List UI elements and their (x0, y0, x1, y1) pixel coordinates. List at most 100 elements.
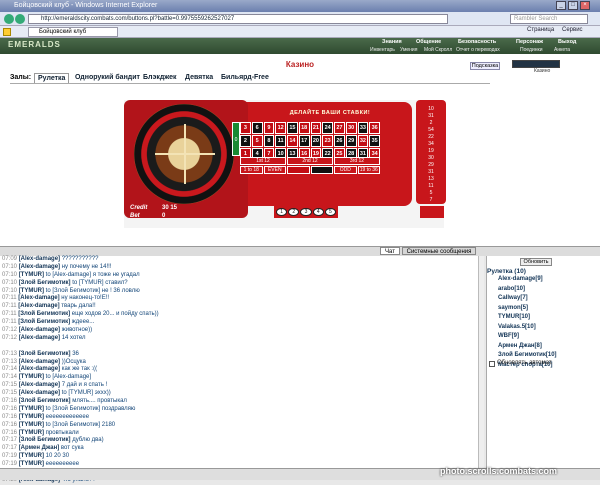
chat-author[interactable]: [Alex-damage] (19, 359, 60, 365)
number-cell[interactable]: 6 (251, 122, 263, 134)
chat-author[interactable]: [Alex-damage] (19, 335, 60, 341)
online-user[interactable]: Callway[7] (498, 295, 528, 301)
number-cell[interactable]: 17 (298, 135, 310, 147)
tab-slot-machine[interactable]: Однорукий бандит (72, 73, 143, 83)
chat-author[interactable]: [TYMUR] (19, 461, 44, 467)
nav-item[interactable]: Персонаж (516, 39, 543, 45)
dozen-bet[interactable]: 3rd 12 (334, 157, 380, 165)
number-cell[interactable]: 8 (263, 135, 275, 147)
chat-scrollbar[interactable] (478, 256, 484, 468)
odd-bet[interactable]: ODD (334, 166, 357, 174)
online-user[interactable]: TYMUR[10] (498, 314, 530, 320)
number-cell[interactable]: 29 (345, 135, 357, 147)
close-button[interactable]: × (580, 1, 590, 10)
chat-author[interactable]: [Alex-damage] (19, 327, 60, 333)
low-bet[interactable]: 1 to 18 (240, 166, 263, 174)
refresh-button[interactable]: Обновить (520, 258, 552, 266)
chip-3[interactable]: 3 (300, 208, 312, 216)
chat-author[interactable]: [Alex-damage] (19, 256, 60, 262)
chat-author[interactable]: [Alex-damage] (18, 295, 59, 301)
tab-nine[interactable]: Девятка (182, 73, 216, 83)
number-cell[interactable]: 5 (251, 135, 263, 147)
number-cell[interactable]: 3 (240, 122, 251, 134)
subnav-item[interactable]: Мой Скролл (424, 47, 452, 53)
chat-author[interactable]: [TYMUR] (19, 272, 44, 278)
page-menu[interactable]: Страница (527, 27, 554, 33)
online-user[interactable]: arabo[10] (498, 286, 525, 292)
black-bet[interactable] (310, 166, 333, 174)
chat-author[interactable]: [Злой Бегимотик] (19, 437, 71, 443)
online-user[interactable]: saymon[5] (498, 305, 528, 311)
back-icon[interactable] (4, 14, 14, 24)
address-input[interactable]: http://emeraldscity.combats.com/buttons.… (28, 14, 448, 24)
subnav-item[interactable]: Поединки (520, 47, 543, 53)
number-cell[interactable]: 12 (275, 122, 286, 134)
chip-2[interactable]: 2 (288, 208, 300, 216)
number-cell[interactable]: 32 (357, 135, 369, 147)
even-bet[interactable]: EVEN (263, 166, 286, 174)
search-input[interactable]: Rambler Search (510, 14, 588, 24)
tab-chat[interactable]: Чат (380, 247, 400, 255)
nav-item[interactable]: Выход (558, 39, 576, 45)
auto-refresh-checkbox[interactable] (489, 361, 495, 367)
spin-button[interactable] (420, 206, 444, 218)
nav-item[interactable]: Знания (382, 39, 402, 45)
number-cell[interactable]: 11 (275, 135, 286, 147)
zero-cell[interactable]: 0 (232, 122, 240, 156)
hint-button[interactable]: Подсказка (470, 62, 500, 70)
number-cell[interactable]: 30 (345, 122, 357, 134)
chat-author[interactable]: [TYMUR] (19, 374, 44, 380)
online-user[interactable]: Alex-damage[9] (498, 276, 543, 282)
tab-blackjack[interactable]: Блэкджек (140, 73, 180, 83)
subnav-item[interactable]: Инвентарь (370, 47, 395, 53)
nav-item[interactable]: Общение (416, 39, 441, 45)
chat-author[interactable]: [TYMUR] (19, 422, 44, 428)
number-cell[interactable]: 21 (310, 122, 322, 134)
chat-author[interactable]: [TYMUR] (19, 453, 44, 459)
number-cell[interactable]: 23 (322, 135, 333, 147)
number-cell[interactable]: 14 (287, 135, 298, 147)
chat-author[interactable]: [Злой Бегимотик] (19, 351, 71, 357)
chat-author[interactable]: [TYMUR] (19, 414, 44, 420)
dozen-bet[interactable]: 2nd 12 (287, 157, 333, 165)
forward-icon[interactable] (15, 14, 25, 24)
chat-author[interactable]: [Alex-damage] (18, 303, 59, 309)
chat-author[interactable]: [TYMUR] (19, 430, 44, 436)
number-cell[interactable]: 26 (334, 135, 345, 147)
number-cell[interactable]: 35 (369, 135, 380, 147)
online-user[interactable]: Армен Джан[8] (498, 343, 542, 349)
number-cell[interactable]: 15 (287, 122, 298, 134)
chat-author[interactable]: [Alex-damage] (19, 390, 60, 396)
chat-author[interactable]: [Злой Бегимотик] (19, 398, 71, 404)
number-cell[interactable]: 20 (310, 135, 322, 147)
chat-author[interactable]: [Злой Бегимотик] (18, 319, 70, 325)
nav-item[interactable]: Безопасность (458, 39, 496, 45)
chat-author[interactable]: [Злой Бегимотик] (19, 280, 71, 286)
maximize-button[interactable]: □ (568, 1, 578, 10)
number-cell[interactable]: 24 (322, 122, 333, 134)
chat-author[interactable]: [Alex-damage] (19, 264, 60, 270)
subnav-item[interactable]: Анкета (554, 47, 570, 53)
subnav-item[interactable]: Умения (400, 47, 417, 53)
browser-tab[interactable]: Бойцовский клуб (28, 27, 118, 37)
subnav-item[interactable]: Отчет о переводах (456, 47, 500, 53)
online-user[interactable]: Valakas.5[10] (498, 324, 536, 330)
favorites-star-icon[interactable] (3, 28, 11, 36)
number-cell[interactable]: 9 (263, 122, 275, 134)
tab-system-messages[interactable]: Системные сообщения (402, 247, 476, 255)
chip-1[interactable]: 1 (276, 208, 288, 216)
online-user[interactable]: Злой Бегимотик[10] (498, 352, 557, 358)
chat-author[interactable]: [Армен Джан] (19, 445, 60, 451)
tab-billiard[interactable]: Бильярд-Free (218, 73, 272, 83)
minimize-button[interactable]: _ (556, 1, 566, 10)
chip-4[interactable]: 4 (312, 208, 324, 216)
online-user[interactable]: WBF[9] (498, 333, 519, 339)
tab-roulette[interactable]: Рулетка (34, 73, 70, 83)
number-cell[interactable]: 2 (240, 135, 251, 147)
chat-author[interactable]: [Злой Бегимотик] (18, 311, 70, 317)
dozen-bet[interactable]: 1st 12 (240, 157, 286, 165)
number-cell[interactable]: 18 (298, 122, 310, 134)
chat-author[interactable]: [TYMUR] (19, 288, 44, 294)
number-cell[interactable]: 36 (369, 122, 380, 134)
number-cell[interactable]: 27 (334, 122, 345, 134)
